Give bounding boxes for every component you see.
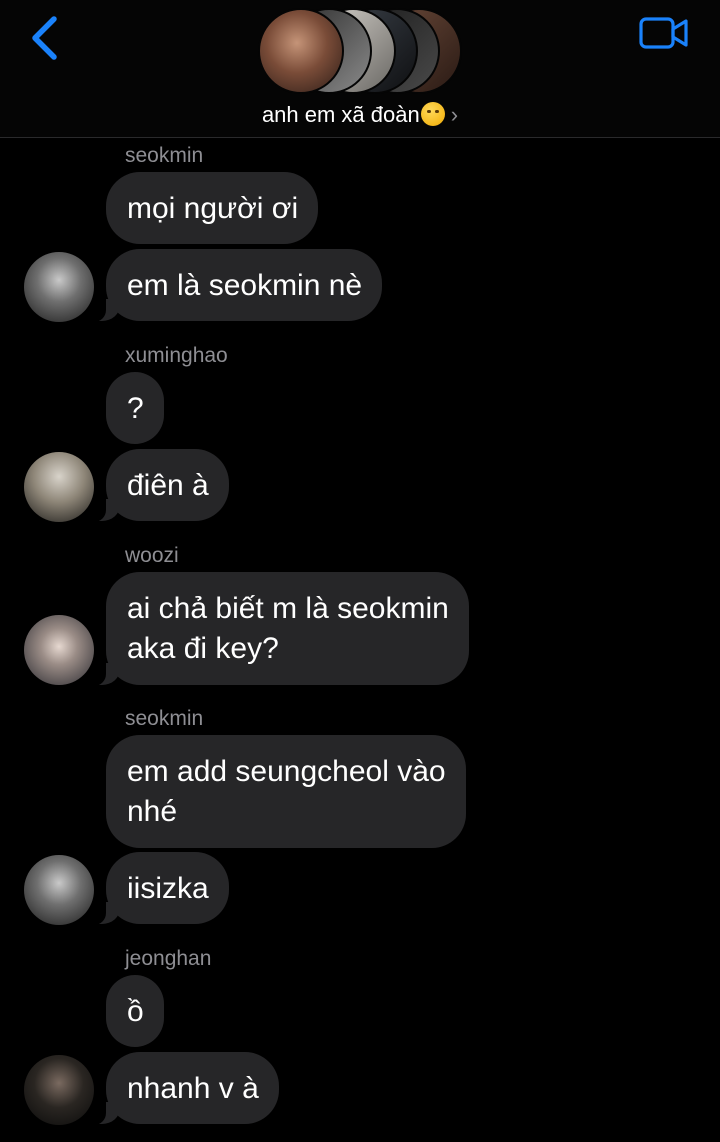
message-bubble[interactable]: mọi người ơi	[106, 172, 319, 244]
sender-name: jeonghan	[125, 947, 212, 970]
message-bubble[interactable]: nhanh v à	[84, 1052, 279, 1125]
message-bubble[interactable]: em là seokmin nè	[83, 249, 383, 322]
group-title[interactable]: anh em xã đoàn ›	[0, 100, 720, 130]
sender-name: seokmin	[125, 707, 204, 730]
sender-name: seokmin	[125, 144, 204, 167]
message-bubble[interactable]: ?	[106, 372, 164, 444]
sender-name: xuminghao	[125, 344, 228, 367]
group-avatar-stack[interactable]	[258, 8, 468, 94]
video-call-button[interactable]	[638, 14, 690, 54]
woozy-face-icon	[420, 102, 445, 126]
sender-avatar[interactable]	[24, 252, 94, 322]
sender-avatar[interactable]	[24, 855, 94, 925]
sender-name: woozi	[125, 544, 179, 567]
sender-avatar[interactable]	[24, 1055, 94, 1125]
chevron-left-icon	[32, 16, 57, 60]
message-bubble[interactable]: ồ	[106, 975, 164, 1047]
group-name-text: anh em xã đoàn	[261, 102, 420, 127]
sender-avatar[interactable]	[24, 615, 94, 685]
sender-avatar[interactable]	[24, 452, 94, 522]
message-bubble[interactable]: em add seungcheol vào nhé	[106, 735, 466, 848]
video-camera-icon	[639, 17, 688, 49]
chevron-right-icon: ›	[450, 102, 459, 127]
group-member-avatar	[258, 8, 344, 94]
back-button[interactable]	[26, 14, 66, 66]
message-bubble[interactable]: ai chả biết m là seokmin aka đi key?	[84, 572, 469, 686]
message-bubble[interactable]: iisizka	[84, 852, 229, 925]
message-bubble[interactable]: điên à	[84, 449, 229, 522]
conversation-header: anh em xã đoàn ›	[0, 0, 720, 138]
